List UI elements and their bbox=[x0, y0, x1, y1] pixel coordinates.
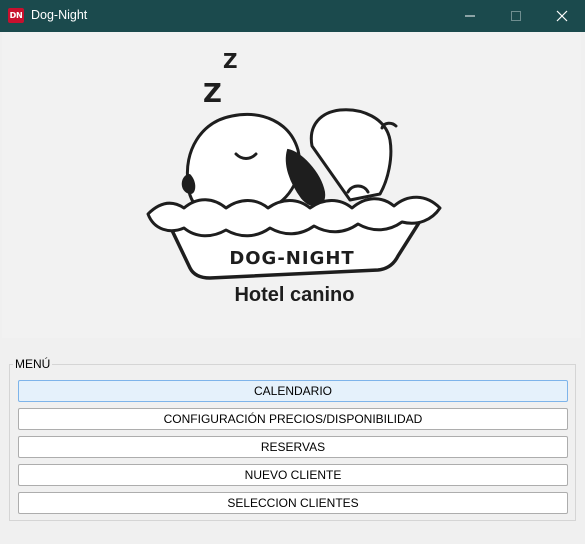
sleep-z-large: Z bbox=[203, 79, 222, 109]
close-button[interactable] bbox=[539, 0, 585, 32]
minimize-icon bbox=[465, 15, 475, 17]
bed-brand-text: DOG-NIGHT bbox=[229, 248, 354, 269]
reservations-button[interactable]: RESERVAS bbox=[18, 436, 568, 458]
calendar-button[interactable]: CALENDARIO bbox=[18, 380, 568, 402]
window-title: Dog-Night bbox=[31, 8, 88, 22]
minimize-button[interactable] bbox=[447, 0, 493, 32]
select-clients-button[interactable]: SELECCION CLIENTES bbox=[18, 492, 568, 514]
dog-ear bbox=[285, 148, 326, 207]
menu-legend: MENÚ bbox=[13, 357, 53, 371]
price-availability-config-button[interactable]: CONFIGURACIÓN PRECIOS/DISPONIBILIDAD bbox=[18, 408, 568, 430]
sleep-z-small: Z bbox=[223, 49, 238, 73]
logo-area: Z Z DOG-NIGHT Hotel canino bbox=[2, 32, 581, 338]
maximize-icon bbox=[511, 11, 521, 21]
title-bar[interactable]: DN Dog-Night bbox=[0, 0, 585, 32]
maximize-button[interactable] bbox=[493, 0, 539, 32]
dog-head bbox=[185, 113, 301, 214]
new-client-button[interactable]: NUEVO CLIENTE bbox=[18, 464, 568, 486]
app-icon: DN bbox=[8, 8, 24, 23]
app-subtitle: Hotel canino bbox=[234, 284, 355, 306]
close-icon bbox=[556, 10, 568, 22]
sleeping-dog-logo: Z Z DOG-NIGHT bbox=[146, 49, 442, 280]
